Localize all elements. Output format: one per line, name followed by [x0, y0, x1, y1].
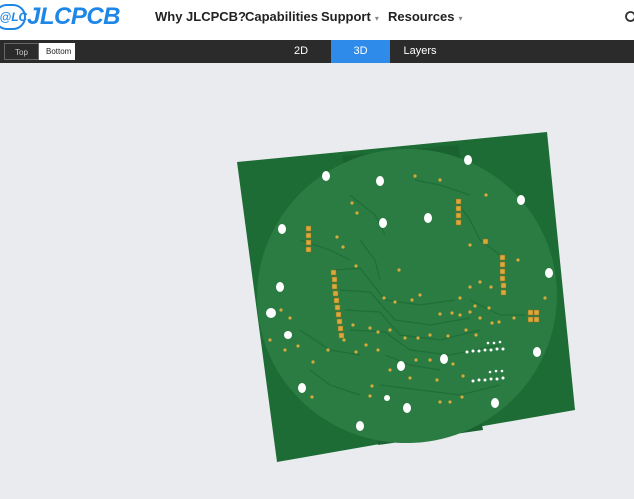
logo-text: JLCPCB	[27, 3, 121, 30]
jlcpcb-logo[interactable]: J@LC JLCPCB	[0, 3, 121, 31]
tab-3d[interactable]: 3D	[331, 40, 390, 63]
nav-support[interactable]: Support ▾	[321, 9, 379, 24]
nav-why-jlcpcb[interactable]: Why JLCPCB?	[155, 9, 246, 24]
nav-label: Why JLCPCB?	[155, 9, 246, 24]
nav-capabilities[interactable]: Capabilities	[245, 9, 318, 24]
nav-label: Resources	[388, 9, 455, 24]
nav-label: Support	[321, 9, 371, 24]
side-bottom-button[interactable]: Bottom	[39, 43, 75, 60]
tab-layers[interactable]: Layers	[390, 40, 450, 63]
pcb-3d-viewport[interactable]	[0, 63, 634, 499]
nav-label: Capabilities	[245, 9, 318, 24]
chevron-down-icon: ▾	[374, 14, 379, 23]
top-header: J@LC JLCPCB Why JLCPCB? Capabilities Sup…	[0, 0, 634, 40]
side-toggle: Top Bottom	[4, 43, 75, 60]
viewer-toolbar: Top Bottom 2D 3D Layers	[0, 40, 634, 63]
logo-badge: J@LC	[0, 4, 27, 30]
side-top-button[interactable]: Top	[4, 43, 39, 60]
chevron-down-icon: ▾	[458, 14, 463, 23]
nav-resources[interactable]: Resources ▾	[388, 9, 463, 24]
tab-2d[interactable]: 2D	[272, 40, 330, 63]
search-icon[interactable]	[624, 10, 634, 26]
